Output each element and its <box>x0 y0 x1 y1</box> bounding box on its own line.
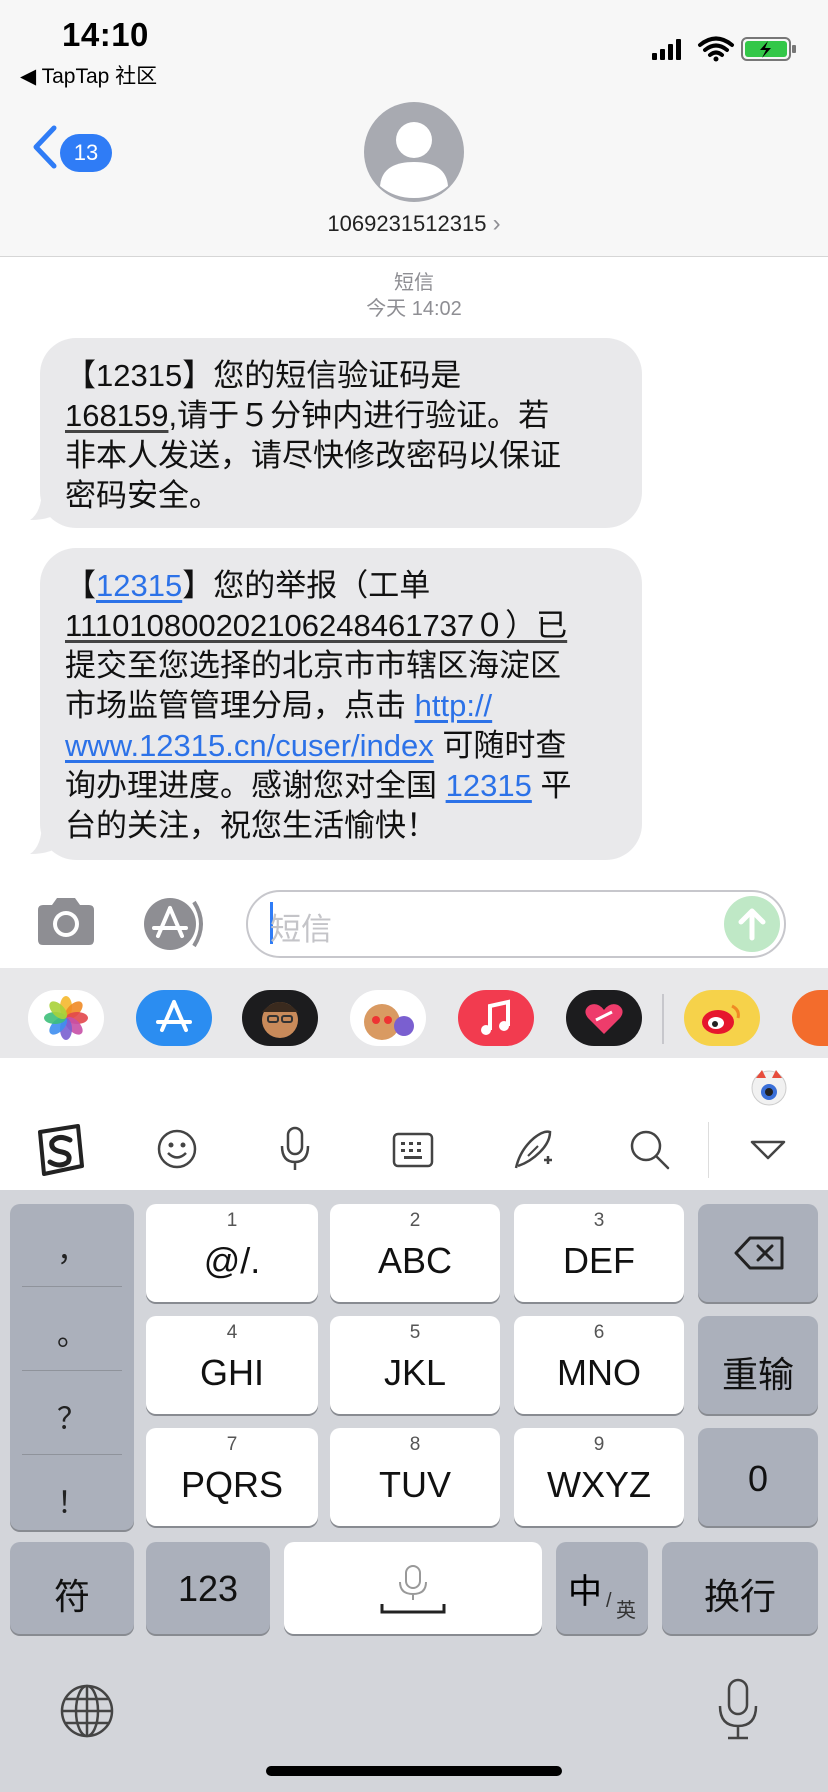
camera-icon <box>38 898 94 945</box>
link-12315[interactable]: 12315 <box>446 768 532 803</box>
home-indicator[interactable] <box>266 1766 562 1776</box>
app-store-icon <box>144 898 203 950</box>
return-key[interactable]: 换行 <box>662 1542 818 1634</box>
chinese-english-toggle-key[interactable]: 中 / 英 <box>556 1542 648 1634</box>
message-line: 询办理进度。感谢您对全国 12315 平 <box>65 768 572 803</box>
cellular-icon <box>652 36 796 62</box>
service-label: 短信 <box>394 272 434 294</box>
app-store-button[interactable] <box>140 896 212 957</box>
voice-input-icon[interactable] <box>278 1126 312 1177</box>
app-strip-divider <box>662 994 664 1044</box>
wifi-icon <box>698 36 734 62</box>
message-line: 市场监管管理分局，点击 http:// <box>65 688 493 723</box>
message-line: 【12315】您的举报（工单 <box>65 568 431 603</box>
handwriting-icon[interactable] <box>510 1126 556 1177</box>
punct-period[interactable]: 。 <box>10 1310 134 1354</box>
back-to-app-link[interactable]: ◀ TapTap 社区 <box>20 60 157 90</box>
sogou-logo-icon[interactable] <box>32 1122 88 1183</box>
key-5[interactable]: 5 JKL <box>330 1316 500 1414</box>
key-7[interactable]: 7 PQRS <box>146 1428 318 1526</box>
key-4[interactable]: 4 GHI <box>146 1316 318 1414</box>
key-6[interactable]: 6 MNO <box>514 1316 684 1414</box>
backspace-icon <box>734 1236 784 1270</box>
verification-code[interactable]: 168159 <box>65 398 168 433</box>
toolbar-divider <box>708 1122 709 1178</box>
arrow-up-icon <box>738 908 766 941</box>
punct-exclaim[interactable]: ！ <box>10 1478 134 1522</box>
key-1[interactable]: 1 @/. <box>146 1204 318 1302</box>
battery-icon <box>741 37 796 61</box>
message-line: 提交至您选择的北京市市辖区海淀区 <box>65 648 561 683</box>
app-store-icon[interactable] <box>136 990 212 1046</box>
search-icon[interactable] <box>628 1128 672 1177</box>
emoji-icon[interactable] <box>156 1128 198 1175</box>
backspace-key[interactable] <box>698 1204 818 1302</box>
dictation-mic-icon[interactable] <box>716 1678 760 1747</box>
memoji-icon[interactable] <box>242 990 318 1046</box>
weibo-icon[interactable] <box>684 990 760 1046</box>
message-line: 密码安全。 <box>65 478 220 513</box>
zero-key[interactable]: 0 <box>698 1428 818 1526</box>
collapse-keyboard-icon[interactable] <box>748 1138 788 1167</box>
message-bubble[interactable]: 【12315】您的短信验证码是 168159,请于５分钟内进行验证。若 非本人发… <box>40 338 642 528</box>
punct-comma[interactable]: ， <box>10 1226 134 1270</box>
contact-avatar[interactable] <box>364 102 464 202</box>
digital-touch-icon[interactable] <box>566 990 642 1046</box>
key-3[interactable]: 3 DEF <box>514 1204 684 1302</box>
ticket-number[interactable]: 111010800202106248461737０）已 <box>65 608 567 643</box>
space-mic-icon <box>380 1565 446 1614</box>
keyboard-icon[interactable] <box>392 1132 434 1173</box>
message-line: www.12315.cn/cuser/index 可随时查 <box>65 728 567 763</box>
message-bubble[interactable]: 【12315】您的举报（工单 111010800202106248461737０… <box>40 548 642 860</box>
unread-count-badge[interactable]: 13 <box>60 134 112 172</box>
url-link[interactable]: www.12315.cn/cuser/index <box>65 728 434 763</box>
send-button[interactable] <box>724 896 780 952</box>
message-placeholder: 短信 <box>270 912 332 947</box>
message-line: 台的关注，祝您生活愉快！ <box>65 808 437 843</box>
status-time: 14:10 <box>62 16 149 53</box>
photos-icon[interactable] <box>28 990 104 1046</box>
punctuation-column[interactable]: ， 。 ？ ！ <box>10 1204 134 1530</box>
chevron-right-icon: › <box>492 210 501 237</box>
key-9[interactable]: 9 WXYZ <box>514 1428 684 1526</box>
ime-mascot-icon[interactable] <box>748 1066 790 1111</box>
message-timestamp: 今天 14:02 <box>366 298 462 320</box>
punct-separator <box>22 1286 122 1287</box>
message-line: 168159,请于５分钟内进行验证。若 <box>65 398 550 433</box>
space-key[interactable] <box>284 1542 542 1634</box>
numbers-key[interactable]: 123 <box>146 1542 270 1634</box>
punct-question[interactable]: ？ <box>10 1394 134 1438</box>
back-chevron-icon[interactable] <box>30 124 60 170</box>
message-line: 【12315】您的短信验证码是 <box>65 358 462 393</box>
status-icons <box>650 36 800 67</box>
url-link[interactable]: http:// <box>415 688 493 723</box>
message-line: 非本人发送，请尽快修改密码以保证 <box>65 438 561 473</box>
link-12315[interactable]: 12315 <box>96 568 182 603</box>
person-icon <box>380 122 448 198</box>
key-8[interactable]: 8 TUV <box>330 1428 500 1526</box>
ime-candidate-bar <box>0 1058 828 1111</box>
globe-icon[interactable] <box>58 1682 116 1745</box>
camera-button[interactable] <box>34 894 98 955</box>
animoji-icon[interactable] <box>350 990 426 1046</box>
message-line: 111010800202106248461737０）已 <box>65 606 618 646</box>
contact-number[interactable]: 1069231512315 › <box>0 210 828 238</box>
punct-separator <box>22 1454 122 1455</box>
punct-separator <box>22 1370 122 1371</box>
symbols-key[interactable]: 符 <box>10 1542 134 1634</box>
key-2[interactable]: 2 ABC <box>330 1204 500 1302</box>
reenter-key[interactable]: 重输 <box>698 1316 818 1414</box>
music-icon[interactable] <box>458 990 534 1046</box>
